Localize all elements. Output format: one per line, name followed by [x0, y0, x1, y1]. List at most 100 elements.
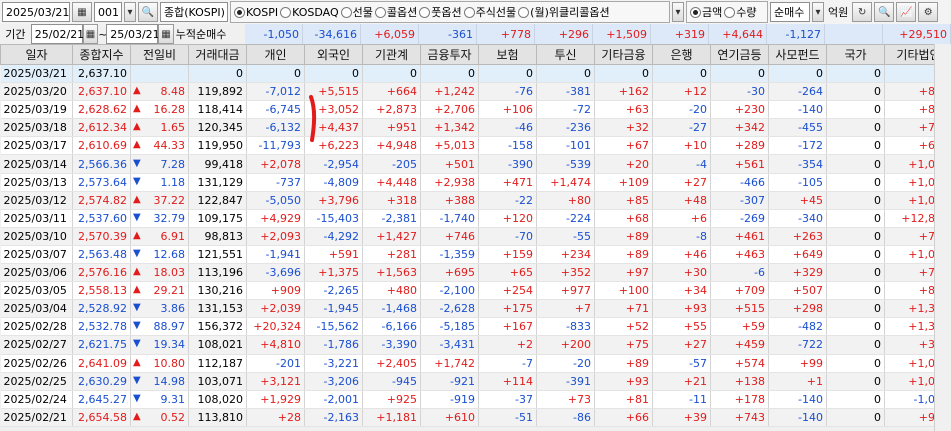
table-row[interactable]: 2025/03/20 2,637.10 ▲ 8.48 119,892 -7,012 +5,5… — [0, 82, 951, 102]
column-header[interactable]: 국가 — [826, 44, 885, 65]
chart-icon[interactable]: 📈 — [896, 2, 917, 22]
table-row[interactable]: 2025/03/13 2,573.64 ▼ 1.18 131,129 -737 -4,809… — [0, 173, 951, 192]
column-header[interactable]: 종합지수 — [72, 44, 131, 65]
table-row[interactable]: 2025/02/27 2,621.75 ▼ 19.34 108,021 +4,810 -1,… — [0, 335, 951, 355]
column-header[interactable]: 연기금등 — [710, 44, 769, 65]
radio-kosdaq[interactable]: KOSDAQ — [280, 6, 339, 19]
calendar-icon[interactable]: ▦ — [82, 24, 99, 44]
table-cell: +89 — [594, 227, 653, 246]
down-arrow-icon: ▼ — [133, 320, 141, 332]
period-start[interactable]: 25/02/21 — [30, 24, 84, 44]
radio-call[interactable]: 콜옵션 — [374, 4, 417, 20]
table-row[interactable]: 2025/03/12 2,574.82 ▲ 37.22 122,847 -5,050 +3,… — [0, 191, 951, 210]
table-cell: +1 — [768, 372, 827, 391]
radio-kospi[interactable]: KOSPI — [234, 6, 278, 19]
table-row[interactable]: 2025/03/10 2,570.39 ▲ 6.91 98,813 +2,093 -4,29… — [0, 227, 951, 246]
table-row[interactable]: 2025/02/25 2,630.29 ▼ 14.98 103,071 +3,121 -3,… — [0, 372, 951, 391]
change-value: 1.18 — [160, 175, 186, 189]
table-cell: -27 — [652, 118, 711, 138]
table-row[interactable]: 2025/02/21 2,654.58 ▲ 0.52 113,810 +28 -2,163 +… — [0, 408, 951, 427]
radio-quantity[interactable]: 수량 — [724, 4, 757, 20]
date-input[interactable]: 2025/03/21 — [2, 2, 70, 22]
column-header[interactable]: 전일비 — [130, 44, 189, 65]
dropdown-icon[interactable]: ▾ — [124, 2, 136, 22]
table-cell: 0 — [536, 64, 595, 84]
table-row[interactable]: 2025/03/18 2,612.34 ▲ 1.65 120,345 -6,132 +4,4… — [0, 118, 951, 138]
table-cell: +4,948 — [362, 136, 421, 156]
calendar-icon[interactable]: ▦ — [158, 24, 174, 44]
change-value: 10.80 — [153, 356, 186, 370]
column-header[interactable]: 금융투자 — [420, 44, 479, 65]
table-row[interactable]: 2025/03/212,637.100000000000000 — [0, 64, 951, 84]
table-row[interactable]: 2025/02/26 2,641.09 ▲ 10.80 112,187 -201 -3,22… — [0, 354, 951, 373]
table-cell: +4,437 — [304, 118, 363, 138]
table-row[interactable]: 2025/02/24 2,645.27 ▼ 9.31 108,020 +1,929 -2,0… — [0, 390, 951, 409]
mode-select[interactable]: 순매수 — [770, 2, 810, 22]
change-value: 32.79 — [153, 211, 186, 225]
table-cell: 131,153 — [188, 299, 247, 319]
up-arrow-icon: ▲ — [133, 121, 141, 133]
calendar-icon[interactable]: ▦ — [72, 2, 92, 22]
column-header[interactable]: 사모펀드 — [768, 44, 827, 65]
period-end[interactable]: 25/03/21 — [106, 24, 160, 44]
table-cell: -455 — [768, 118, 827, 138]
table-cell: ▲ 44.33 — [130, 136, 189, 156]
up-arrow-icon: ▲ — [133, 266, 141, 278]
table-cell: 108,021 — [188, 335, 247, 355]
table-row[interactable]: 2025/03/11 2,537.60 ▼ 32.79 109,175 +4,929 -15… — [0, 209, 951, 228]
table-cell: ▼ 7.28 — [130, 154, 189, 174]
down-arrow-icon: ▼ — [133, 338, 141, 350]
search-icon[interactable]: 🔍 — [138, 2, 158, 22]
down-arrow-icon: ▼ — [133, 211, 141, 223]
vertical-scrollbar[interactable] — [934, 44, 951, 431]
column-header[interactable]: 기타금융 — [594, 44, 653, 65]
table-row[interactable]: 2025/03/17 2,610.69 ▲ 44.33 119,950 -11,793 +6… — [0, 136, 951, 156]
table-cell: -354 — [768, 154, 827, 174]
table-cell: +1,375 — [304, 263, 363, 283]
column-header[interactable]: 개인 — [246, 44, 305, 65]
dropdown-icon[interactable]: ▾ — [812, 2, 824, 22]
column-header[interactable]: 은행 — [652, 44, 711, 65]
table-cell: 0 — [826, 263, 885, 283]
table-cell: -224 — [536, 209, 595, 228]
table-row[interactable]: 2025/03/06 2,576.16 ▲ 18.03 113,196 -3,696 +1,… — [0, 263, 951, 283]
radio-put[interactable]: 풋옵션 — [419, 4, 462, 20]
table-cell: -76 — [478, 82, 537, 102]
code-input[interactable]: 001 — [94, 2, 122, 22]
table-row[interactable]: 2025/03/14 2,566.36 ▼ 7.28 99,418 +2,078 -2,95… — [0, 154, 951, 174]
table-cell: +20 — [594, 154, 653, 174]
column-header[interactable]: 기관계 — [362, 44, 421, 65]
table-cell: ▼ 9.31 — [130, 390, 189, 409]
table-cell: 0 — [826, 118, 885, 138]
date-cell: 2025/02/28 — [0, 317, 73, 337]
column-header[interactable]: 일자 — [0, 44, 73, 65]
search-icon[interactable]: 🔍 — [874, 2, 895, 22]
table-row[interactable]: 2025/03/04 2,528.92 ▼ 3.86 131,153 +2,039 -1,9… — [0, 299, 951, 319]
table-cell: +162 — [594, 82, 653, 102]
radio-dot — [419, 6, 431, 18]
table-cell: +6 — [652, 209, 711, 228]
radio-amount[interactable]: 금액 — [690, 4, 722, 20]
refresh-icon[interactable]: ↻ — [852, 2, 873, 22]
table-row[interactable]: 2025/03/07 2,563.48 ▼ 12.68 121,551 -1,941 +59… — [0, 245, 951, 265]
column-header[interactable]: 보험 — [478, 44, 537, 65]
up-arrow-icon: ▲ — [133, 139, 141, 151]
dropdown-icon[interactable]: ▾ — [672, 2, 684, 22]
change-value: 3.86 — [160, 302, 186, 316]
column-header[interactable]: 외국인 — [304, 44, 363, 65]
table-cell: -3,221 — [304, 354, 363, 373]
radio-weekly-call[interactable]: (월)위클리콜옵션 — [518, 4, 610, 20]
table-cell: +2,938 — [420, 173, 479, 192]
radio-futures[interactable]: 선물 — [340, 4, 373, 20]
column-header[interactable]: 거래대금 — [188, 44, 247, 65]
table-row[interactable]: 2025/02/28 2,532.78 ▼ 88.97 156,372 +20,324 -1… — [0, 317, 951, 337]
settings-icon[interactable]: ⚙ — [918, 2, 939, 22]
table-cell: 2,566.36 — [72, 154, 131, 174]
radio-stock-futures[interactable]: 주식선물 — [463, 4, 516, 20]
table-cell: -269 — [710, 209, 769, 228]
table-row[interactable]: 2025/03/05 2,558.13 ▲ 29.21 130,216 +909 -2,26… — [0, 281, 951, 301]
radio-dot — [280, 6, 292, 18]
column-header[interactable]: 투신 — [536, 44, 595, 65]
table-cell: +501 — [420, 154, 479, 174]
table-row[interactable]: 2025/03/19 2,628.62 ▲ 16.28 118,414 -6,745 +3,… — [0, 100, 951, 120]
